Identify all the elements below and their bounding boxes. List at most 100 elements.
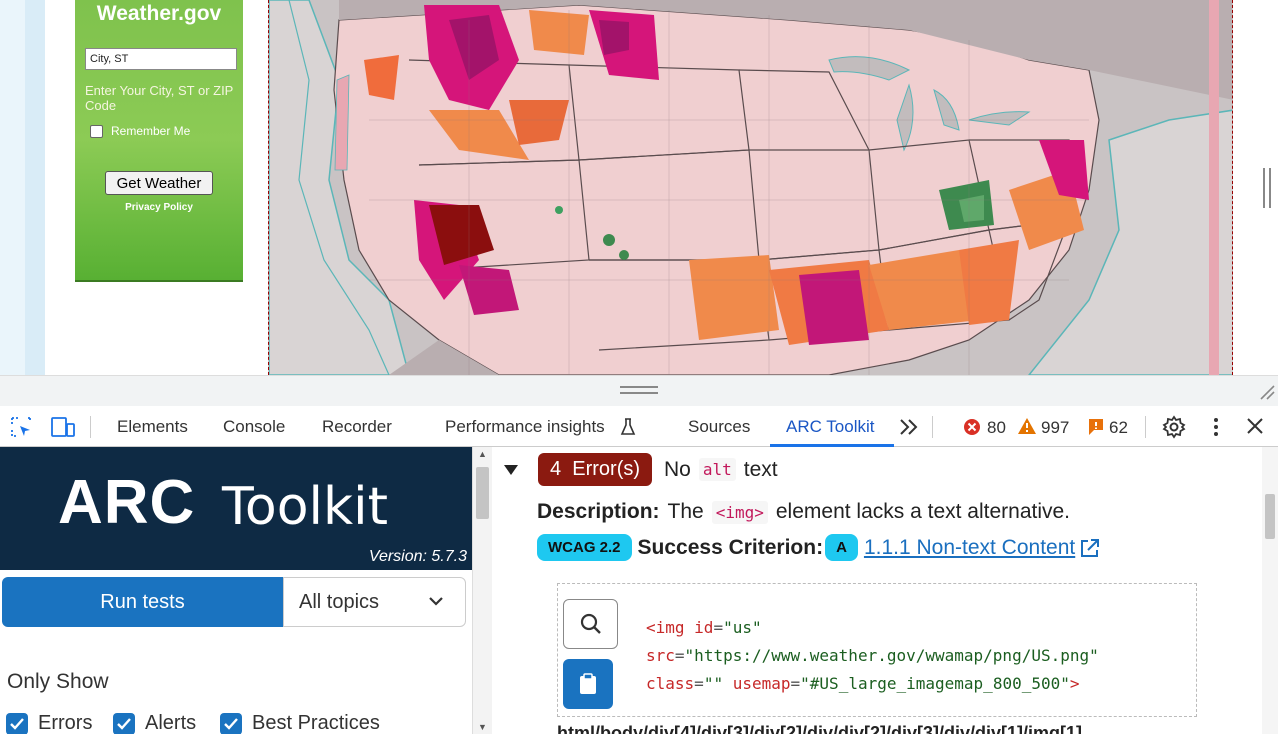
page-gutter-left	[25, 0, 45, 375]
wcag-version-pill: WCAG 2.2	[537, 534, 632, 561]
filter-alerts[interactable]: Alerts	[113, 712, 196, 734]
result-title-code: alt	[698, 458, 736, 481]
city-hint: Enter Your City, ST or ZIP Code	[85, 83, 234, 113]
checkbox-checked-icon[interactable]	[6, 712, 28, 734]
code-snippet-box: <img id="us" src="https://www.weather.go…	[557, 583, 1197, 717]
tab-performance-insights[interactable]: Performance insights	[445, 417, 605, 437]
page-scroll-grip[interactable]	[1263, 168, 1271, 208]
toolkit-logo-text: Toolkit	[222, 477, 388, 537]
code-val-usemap: "#US_large_imagemap_800_500"	[800, 674, 1070, 693]
filter-alerts-label: Alerts	[145, 712, 197, 734]
arc-results-panel: 4 Error(s) No alt text Description: The …	[492, 447, 1262, 734]
toolbar-divider	[1145, 416, 1146, 438]
issues-count-icon[interactable]	[1088, 418, 1104, 436]
sidebar-scroll-thumb[interactable]	[476, 467, 489, 519]
us-hazards-map[interactable]	[268, 0, 1233, 375]
devtools-toolbar: Elements Console Recorder Performance in…	[0, 406, 1278, 447]
sidebar-scrollbar[interactable]: ▲ ▼	[472, 447, 492, 734]
tab-recorder[interactable]: Recorder	[322, 417, 392, 437]
flask-icon	[620, 418, 636, 435]
topics-selected-value: All topics	[299, 591, 380, 613]
error-badge-label: Error(s)	[572, 458, 641, 480]
city-input[interactable]	[85, 48, 237, 70]
code-attr-id: id	[694, 618, 714, 637]
element-code: <img id="us" src="https://www.weather.go…	[646, 618, 1099, 693]
copy-code-button[interactable]	[563, 659, 613, 709]
error-count[interactable]: 80	[987, 418, 1006, 438]
filter-best-practices-label: Best Practices	[252, 712, 380, 734]
results-scrollbar[interactable]	[1262, 447, 1278, 734]
highlight-element-button[interactable]	[563, 599, 618, 649]
external-link-icon[interactable]	[1079, 537, 1101, 559]
us-map-image	[269, 0, 1232, 375]
code-tag: <img	[646, 618, 685, 637]
remember-me[interactable]: Remember Me	[90, 124, 190, 138]
clipboard-icon	[580, 673, 596, 694]
criterion-link[interactable]: 1.1.1 Non-text Content	[864, 536, 1075, 560]
device-toolbar-icon[interactable]	[50, 415, 76, 439]
filter-errors-label: Errors	[38, 712, 93, 734]
scroll-down-icon[interactable]: ▼	[478, 722, 487, 732]
weather-widget: Weather.gov Enter Your City, ST or ZIP C…	[75, 0, 243, 282]
result-description: Description: The <img> element lacks a t…	[537, 500, 1070, 524]
close-devtools-icon[interactable]	[1245, 416, 1265, 436]
description-code: <img>	[711, 500, 768, 524]
expand-triangle-icon[interactable]	[504, 464, 518, 475]
filter-best-practices[interactable]: Best Practices	[220, 712, 380, 734]
page-gutter-right	[1240, 0, 1278, 375]
code-tag-close: >	[1069, 674, 1080, 693]
filter-errors[interactable]: Errors	[6, 712, 92, 734]
chevron-down-icon	[429, 597, 443, 606]
results-scroll-thumb[interactable]	[1265, 494, 1275, 539]
remember-checkbox[interactable]	[90, 124, 103, 138]
error-badge-count: 4	[550, 458, 562, 480]
conformance-level-pill: A	[825, 534, 858, 561]
toolbar-divider	[932, 416, 933, 438]
run-tests-button[interactable]: Run tests	[2, 577, 283, 627]
inspect-element-icon[interactable]	[9, 415, 33, 439]
description-pre: The	[667, 500, 704, 523]
arc-logo: ARC	[58, 468, 196, 537]
code-val-class: ""	[703, 674, 724, 693]
privacy-policy-link[interactable]: Privacy Policy	[75, 202, 243, 213]
result-title-suffix: text	[743, 457, 778, 481]
description-post: element lacks a text alternative.	[775, 500, 1071, 523]
code-attr-src: src	[646, 646, 675, 665]
checkbox-checked-icon[interactable]	[220, 712, 242, 734]
settings-gear-icon[interactable]	[1162, 415, 1186, 439]
get-weather-button[interactable]: Get Weather	[105, 171, 213, 195]
result-title-prefix: No	[664, 457, 691, 481]
error-count-badge: 4 Error(s)	[538, 453, 653, 486]
description-label: Description:	[537, 500, 660, 523]
warning-count[interactable]: 997	[1041, 418, 1069, 438]
tab-sources[interactable]: Sources	[688, 417, 750, 437]
code-attr-class: class	[646, 674, 695, 693]
issues-count[interactable]: 62	[1109, 418, 1128, 438]
topics-select[interactable]: All topics	[283, 577, 466, 627]
resize-handle-icon[interactable]	[1257, 382, 1275, 400]
code-val-src: "https://www.weather.gov/wwamap/png/US.p…	[684, 646, 1099, 665]
error-count-icon[interactable]	[963, 418, 981, 436]
screen: Weather.gov Enter Your City, ST or ZIP C…	[0, 0, 1278, 734]
tab-elements[interactable]: Elements	[117, 417, 188, 437]
code-attr-usemap: usemap	[732, 674, 791, 693]
tab-arc-toolkit[interactable]: ARC Toolkit	[786, 417, 875, 437]
widget-title: Weather.gov	[96, 2, 222, 25]
splitter-grip-icon[interactable]	[620, 386, 658, 394]
element-xpath: html/body/div[4]/div[3]/div[2]/div/div[2…	[557, 723, 1083, 734]
result-group-header[interactable]: 4 Error(s) No alt text	[504, 453, 778, 486]
tab-console[interactable]: Console	[223, 417, 285, 437]
only-show-heading: Only Show	[7, 670, 109, 693]
arc-sidebar: ARC Toolkit Version: 5.7.3 Run tests All…	[0, 447, 472, 734]
warning-count-icon[interactable]	[1017, 417, 1037, 435]
scroll-up-icon[interactable]: ▲	[478, 449, 487, 459]
success-criterion-row: WCAG 2.2 Success Criterion: A 1.1.1 Non-…	[537, 534, 1101, 561]
devtools-splitter[interactable]	[0, 375, 1278, 406]
version-label: Version: 5.7.3	[368, 548, 467, 565]
toolbar-divider	[90, 416, 91, 438]
search-icon	[580, 613, 601, 634]
checkbox-checked-icon[interactable]	[113, 712, 135, 734]
criterion-label: Success Criterion:	[637, 535, 824, 559]
more-tabs-icon[interactable]	[898, 417, 920, 437]
more-options-icon[interactable]	[1206, 415, 1226, 439]
